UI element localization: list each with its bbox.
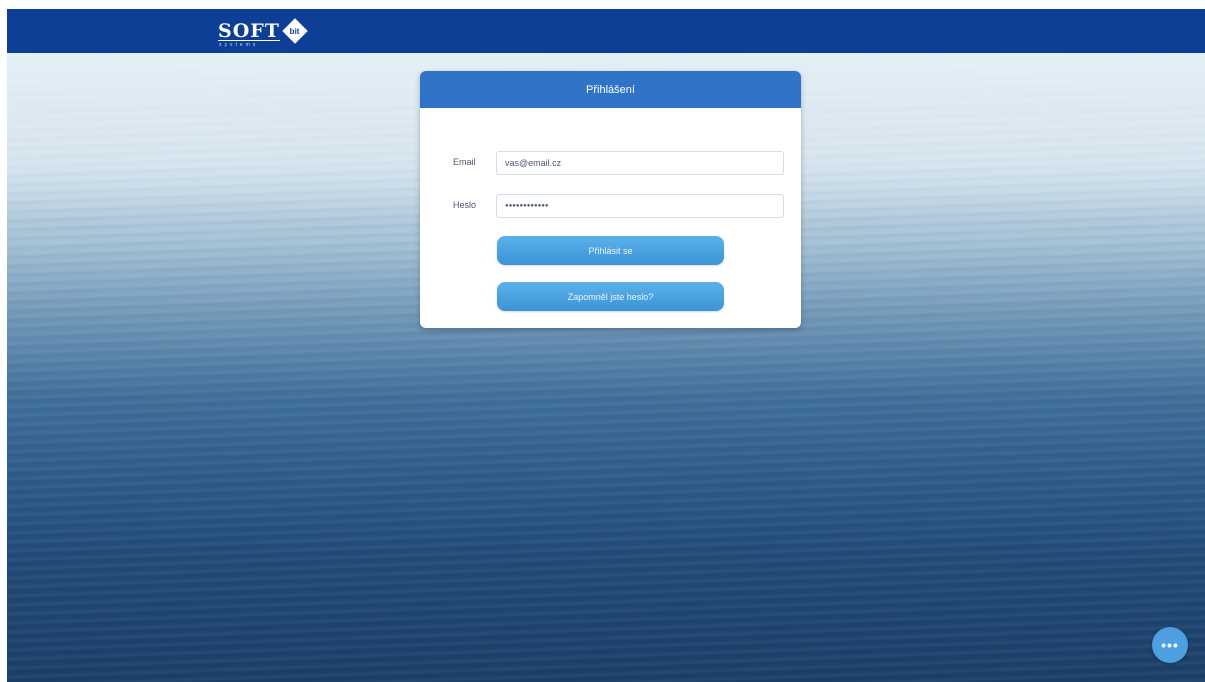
- email-field[interactable]: vas@email.cz: [496, 151, 784, 175]
- login-card: Přihlášení Email vas@email.cz Heslo ●●●●…: [420, 71, 801, 328]
- password-row: Heslo ●●●●●●●●●●●●: [420, 194, 801, 220]
- chat-dots: •••: [1161, 637, 1179, 653]
- logo-text: SOFT: [218, 20, 280, 42]
- password-label: Heslo: [453, 200, 477, 210]
- logo-badge-text: bit: [290, 26, 300, 36]
- softbit-logo[interactable]: SOFT bit systems: [218, 16, 308, 48]
- app-window: SOFT bit systems Přihlášení Email vas@em…: [7, 9, 1205, 682]
- login-title: Přihlášení: [420, 71, 801, 108]
- chat-bubble-icon[interactable]: •••: [1152, 627, 1188, 663]
- password-field[interactable]: ●●●●●●●●●●●●: [496, 194, 784, 218]
- forgot-password-button[interactable]: Zapomněl jste heslo?: [497, 282, 724, 311]
- login-button[interactable]: Přihlásit se: [497, 236, 724, 265]
- top-bar: SOFT bit systems: [7, 9, 1205, 53]
- email-row: Email vas@email.cz: [420, 151, 801, 177]
- email-label: Email: [453, 157, 476, 167]
- logo-tagline: systems: [219, 42, 259, 48]
- logo-diamond-icon: bit: [282, 18, 308, 44]
